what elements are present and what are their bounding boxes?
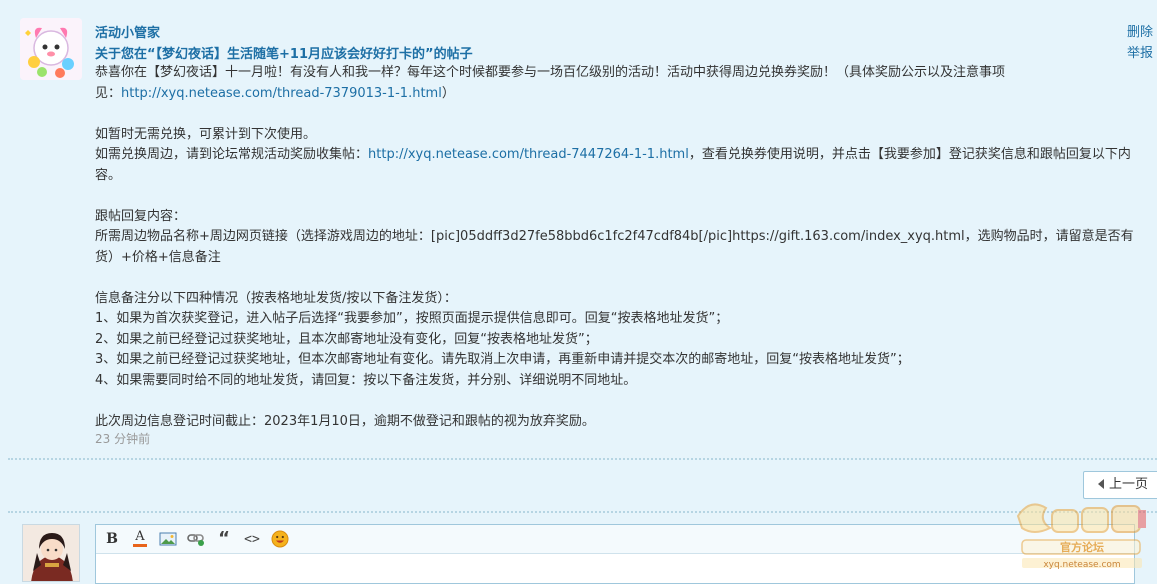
watermark-tagline: 官方论坛	[1060, 540, 1104, 554]
sender-avatar[interactable]	[20, 18, 82, 80]
body-line: 如暂时无需兑换，可累计到下次使用。	[95, 126, 317, 142]
chevron-left-icon	[1098, 479, 1104, 489]
emoji-icon[interactable]	[268, 528, 292, 550]
editor-toolbar: B A “ <>	[96, 525, 1134, 554]
notification-item: 活动小管家 关于您在“【梦幻夜话】生活随笔+11月应该会好好打卡的”的帖子 删除…	[0, 0, 1157, 460]
body-line: 容。	[95, 167, 122, 183]
body-line: 信息备注分以下四种情况（按表格地址发货/按以下备注发货）：	[95, 290, 457, 306]
divider	[8, 511, 1157, 513]
reply-editor[interactable]: B A “ <>	[95, 524, 1135, 584]
delete-link[interactable]: 删除	[1127, 22, 1153, 43]
body-line: 1、如果为首次获奖登记，进入帖子后选择“我要参加”，按照页面提示提供信息即可。回…	[95, 311, 729, 326]
notification-subject[interactable]: 关于您在“【梦幻夜话】生活随笔+11月应该会好好打卡的”的帖子	[95, 43, 473, 62]
body-line: 2、如果之前已经登记过获奖地址，且本次邮寄地址没有变化，回复“按表格地址发货”；	[95, 331, 598, 347]
body-line: 跟帖回复内容：	[95, 208, 187, 224]
body-line: 所需周边物品名称+周边网页链接（选择游戏周边的地址：[pic]05ddff3d2…	[95, 229, 1134, 244]
sender-name[interactable]: 活动小管家	[95, 22, 160, 41]
body-line: 货）+价格+信息备注	[95, 249, 221, 265]
bold-icon[interactable]: B	[100, 528, 124, 550]
user-avatar[interactable]	[22, 524, 80, 582]
watermark-site: xyq.netease.com	[1043, 560, 1120, 570]
link-icon[interactable]	[184, 528, 208, 550]
reward-rules-link[interactable]: http://xyq.netease.com/thread-7379013-1-…	[121, 86, 442, 101]
body-line: 如需兑换周边，请到论坛常规活动奖励收集帖：http://xyq.netease.…	[95, 147, 1131, 162]
divider	[8, 458, 1157, 460]
report-link[interactable]: 举报	[1127, 43, 1153, 64]
code-icon[interactable]: <>	[240, 528, 264, 550]
body-line: 此次周边信息登记时间截止：2023年1月10日，逾期不做登记和跟帖的视为放弃奖励…	[95, 413, 595, 429]
image-icon[interactable]	[156, 528, 180, 550]
body-line: 恭喜你在【梦幻夜话】十一月啦！有没有人和我一样？每年这个时候都要参与一场百亿级别…	[95, 65, 1006, 80]
font-color-icon[interactable]: A	[128, 528, 152, 550]
body-line: 4、如果需要同时给不同的地址发货，请回复：按以下备注发货，并分别、详细说明不同地…	[95, 372, 637, 388]
notification-body: 恭喜你在【梦幻夜话】十一月啦！有没有人和我一样？每年这个时候都要参与一场百亿级别…	[95, 63, 1150, 432]
notification-actions: 删除 举报	[1127, 22, 1153, 64]
notification-time: 23 分钟前	[95, 432, 151, 446]
body-line: 见：http://xyq.netease.com/thread-7379013-…	[95, 85, 455, 101]
body-line: 3、如果之前已经登记过获奖地址，但本次邮寄地址有变化。请先取消上次申请，再重新申…	[95, 352, 910, 367]
reward-collection-link[interactable]: http://xyq.netease.com/thread-7447264-1-…	[368, 147, 689, 162]
quote-icon[interactable]: “	[212, 528, 236, 550]
site-watermark-logo: 官方论坛 xyq.netease.com	[1010, 492, 1150, 572]
prev-page-label: 上一页	[1109, 477, 1149, 492]
